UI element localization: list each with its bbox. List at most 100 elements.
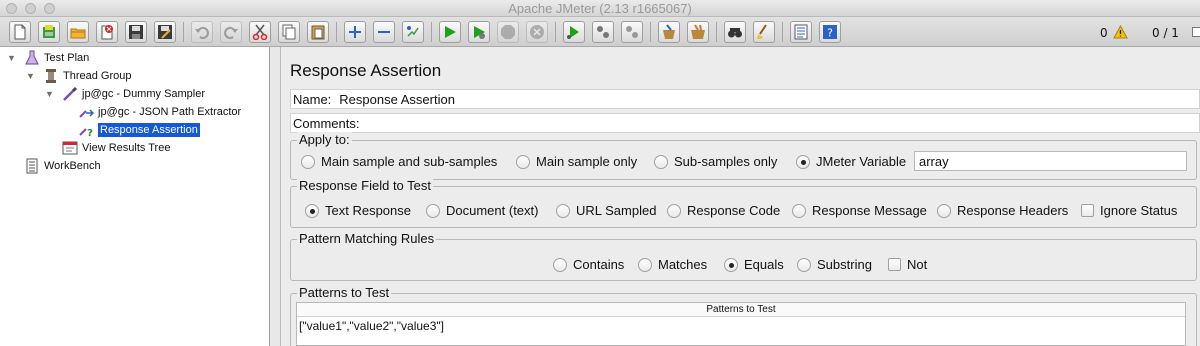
help-button[interactable]: ? bbox=[819, 21, 841, 43]
toggle-button[interactable] bbox=[402, 21, 424, 43]
field-text-response-radio[interactable]: Text Response bbox=[305, 203, 411, 218]
start-icon bbox=[442, 24, 458, 40]
collapse-all-button[interactable] bbox=[373, 21, 395, 43]
start-no-timers-button[interactable] bbox=[468, 21, 490, 43]
rule-equals-radio[interactable]: Equals bbox=[724, 257, 784, 272]
table-row[interactable]: ["value1","value2","value3"] bbox=[297, 317, 1185, 333]
warning-icon[interactable] bbox=[1113, 24, 1128, 42]
radio-icon bbox=[638, 257, 652, 272]
cut-icon bbox=[252, 24, 268, 40]
field-response-code-radio[interactable]: Response Code bbox=[667, 203, 780, 218]
apply-to-group: Apply to: Main sample and sub-samples Ma… bbox=[290, 132, 1197, 180]
collapse-arrow-icon[interactable]: ▼ bbox=[45, 89, 54, 99]
search-button[interactable] bbox=[724, 21, 746, 43]
save-as-button[interactable] bbox=[154, 21, 176, 43]
shutdown-icon bbox=[529, 24, 545, 40]
reset-search-button[interactable] bbox=[753, 21, 775, 43]
field-response-headers-radio[interactable]: Response Headers bbox=[937, 203, 1068, 218]
new-button[interactable] bbox=[9, 21, 31, 43]
toolbar-separator bbox=[336, 22, 337, 42]
remote-shutdown-button[interactable] bbox=[621, 21, 643, 43]
svg-text:?: ? bbox=[827, 27, 833, 40]
new-icon bbox=[12, 24, 28, 40]
rule-substring-radio[interactable]: Substring bbox=[797, 257, 872, 272]
radio-icon bbox=[426, 203, 440, 218]
toolbar-separator bbox=[716, 22, 717, 42]
apply-sub-only-radio[interactable]: Sub-samples only bbox=[654, 154, 777, 169]
open-button[interactable] bbox=[67, 21, 89, 43]
name-value[interactable]: Response Assertion bbox=[339, 92, 455, 107]
tree-node-thread-group[interactable]: Thread Group bbox=[43, 68, 131, 84]
redo-button[interactable] bbox=[220, 21, 242, 43]
response-field-group: Response Field to Test Text Response Doc… bbox=[290, 178, 1197, 228]
rule-matches-radio[interactable]: Matches bbox=[638, 257, 707, 272]
rule-not-checkbox[interactable]: Not bbox=[888, 257, 927, 272]
patterns-column-header[interactable]: Patterns to Test bbox=[297, 303, 1185, 317]
close-file-button[interactable] bbox=[96, 21, 118, 43]
radio-icon bbox=[301, 154, 315, 169]
templates-icon bbox=[41, 24, 57, 40]
active-threads: 0 / 1 bbox=[1152, 26, 1179, 40]
radio-selected-icon bbox=[724, 257, 738, 272]
assertion-panel: Response Assertion Name: Response Assert… bbox=[282, 47, 1200, 346]
radio-icon bbox=[667, 203, 681, 218]
toggle-icon bbox=[405, 24, 421, 40]
apply-jmeter-variable-radio[interactable]: JMeter Variable bbox=[796, 154, 906, 169]
thread-indicator bbox=[1192, 27, 1200, 37]
tree-node-test-plan[interactable]: Test Plan bbox=[24, 50, 89, 66]
paste-button[interactable] bbox=[307, 21, 329, 43]
open-icon bbox=[70, 24, 86, 40]
remote-start-icon bbox=[566, 24, 582, 40]
test-plan-tree: ▼ Test Plan ▼ Thread Group ▼ jp@gc - Dum… bbox=[0, 47, 270, 346]
redo-icon bbox=[223, 24, 239, 40]
save-button[interactable] bbox=[125, 21, 147, 43]
remote-stop-button[interactable] bbox=[592, 21, 614, 43]
clear-icon bbox=[661, 24, 677, 40]
expand-all-button[interactable] bbox=[344, 21, 366, 43]
window-title: Apache JMeter (2.13 r1665067) bbox=[508, 1, 692, 16]
split-divider[interactable] bbox=[271, 47, 281, 346]
patterns-legend: Patterns to Test bbox=[297, 285, 392, 300]
cut-button[interactable] bbox=[249, 21, 271, 43]
shutdown-button[interactable] bbox=[526, 21, 548, 43]
save-icon bbox=[128, 24, 144, 40]
checkbox-icon bbox=[1081, 204, 1094, 217]
rule-contains-radio[interactable]: Contains bbox=[553, 257, 624, 272]
close-icon bbox=[99, 24, 115, 40]
radio-selected-icon bbox=[305, 203, 319, 218]
toolbar: ? 0 0 / 1 bbox=[0, 17, 1200, 47]
function-helper-button[interactable] bbox=[790, 21, 812, 43]
remote-start-button[interactable] bbox=[563, 21, 585, 43]
page-title: Response Assertion bbox=[290, 61, 442, 80]
apply-main-and-sub-radio[interactable]: Main sample and sub-samples bbox=[301, 154, 497, 169]
start-button[interactable] bbox=[439, 21, 461, 43]
patterns-table: Patterns to Test ["value1","value2","val… bbox=[296, 302, 1186, 346]
copy-button[interactable] bbox=[278, 21, 300, 43]
comments-field[interactable]: Comments: bbox=[290, 113, 1200, 133]
field-url-sampled-radio[interactable]: URL Sampled bbox=[556, 203, 656, 218]
field-document-radio[interactable]: Document (text) bbox=[426, 203, 538, 218]
help-icon: ? bbox=[822, 24, 838, 40]
tree-node-response-assertion[interactable]: ? Response Assertion bbox=[78, 122, 200, 138]
pattern-rules-legend: Pattern Matching Rules bbox=[297, 231, 437, 246]
clear-all-button[interactable] bbox=[687, 21, 709, 43]
svg-text:?: ? bbox=[87, 128, 93, 138]
tree-node-view-results-tree[interactable]: View Results Tree bbox=[62, 140, 170, 156]
jmeter-variable-input[interactable]: array bbox=[914, 151, 1187, 171]
templates-button[interactable] bbox=[38, 21, 60, 43]
tree-node-workbench[interactable]: WorkBench bbox=[24, 158, 101, 174]
field-response-message-radio[interactable]: Response Message bbox=[792, 203, 927, 218]
paste-icon bbox=[310, 24, 326, 40]
apply-main-only-radio[interactable]: Main sample only bbox=[516, 154, 637, 169]
toolbar-separator bbox=[782, 22, 783, 42]
stop-button[interactable] bbox=[497, 21, 519, 43]
response-field-legend: Response Field to Test bbox=[297, 178, 433, 193]
collapse-arrow-icon[interactable]: ▼ bbox=[26, 71, 35, 81]
tree-node-dummy-sampler[interactable]: jp@gc - Dummy Sampler bbox=[62, 86, 205, 102]
undo-button[interactable] bbox=[191, 21, 213, 43]
name-field[interactable]: Name: Response Assertion bbox=[290, 89, 1200, 109]
clear-button[interactable] bbox=[658, 21, 680, 43]
collapse-arrow-icon[interactable]: ▼ bbox=[7, 53, 16, 63]
ignore-status-checkbox[interactable]: Ignore Status bbox=[1081, 203, 1177, 218]
tree-node-json-path-extractor[interactable]: jp@gc - JSON Path Extractor bbox=[78, 104, 241, 120]
